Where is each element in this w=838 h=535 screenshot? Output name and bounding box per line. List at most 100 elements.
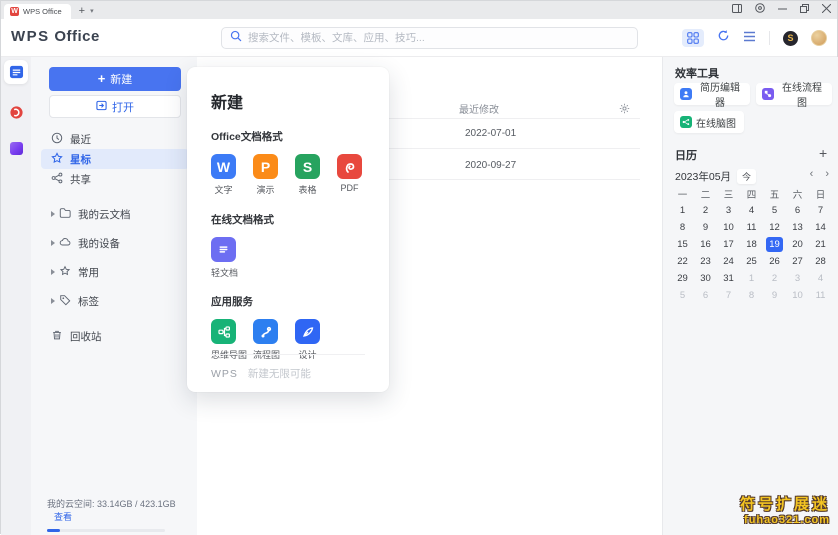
- calendar-day[interactable]: 20: [786, 236, 809, 253]
- calendar-day[interactable]: 13: [786, 219, 809, 236]
- open-file-button[interactable]: 打开: [49, 95, 181, 118]
- search-icon: [230, 29, 242, 47]
- calendar-prev-icon[interactable]: ‹: [810, 168, 814, 180]
- list-settings-gear-icon[interactable]: [619, 101, 630, 119]
- expand-caret-icon[interactable]: [51, 240, 55, 246]
- frequent-star-icon: [59, 265, 71, 280]
- clock-icon: [51, 132, 63, 147]
- calendar-day[interactable]: 7: [717, 287, 740, 304]
- calendar-day[interactable]: 18: [740, 236, 763, 253]
- rail-docs-icon[interactable]: [4, 60, 28, 84]
- new-pdf-doc[interactable]: PDF: [337, 154, 362, 196]
- sidebar-item-my-devices[interactable]: 我的设备: [41, 233, 189, 253]
- calendar-weekday-row: 一二三四五六日: [671, 187, 832, 201]
- resume-editor-button[interactable]: 简历编辑器: [674, 83, 750, 109]
- calendar-day[interactable]: 1: [740, 270, 763, 287]
- rail-apps-icon[interactable]: [4, 136, 28, 160]
- expand-caret-icon[interactable]: [51, 298, 55, 304]
- calendar-next-icon[interactable]: ›: [825, 168, 829, 180]
- sidebar-item-frequent[interactable]: 常用: [41, 262, 189, 282]
- calendar-day[interactable]: 14: [809, 219, 832, 236]
- calendar-day[interactable]: 2: [694, 202, 717, 219]
- app-tab[interactable]: W WPS Office: [4, 4, 71, 19]
- calendar-day[interactable]: 3: [786, 270, 809, 287]
- new-tab-button[interactable]: +: [79, 4, 85, 19]
- minimize-button[interactable]: [778, 4, 787, 13]
- calendar-day[interactable]: 31: [717, 270, 740, 287]
- close-button[interactable]: [822, 3, 831, 13]
- online-flowchart-icon: [762, 88, 774, 100]
- menu-hamburger-icon[interactable]: [743, 29, 756, 47]
- column-header-modified[interactable]: 最近修改: [459, 101, 499, 116]
- calendar-day[interactable]: 7: [809, 202, 832, 219]
- calendar-day[interactable]: 22: [671, 253, 694, 270]
- expand-caret-icon[interactable]: [51, 211, 55, 217]
- calendar-day[interactable]: 3: [717, 202, 740, 219]
- sidebar-item-recent[interactable]: 最近: [41, 129, 189, 149]
- calendar-day[interactable]: 24: [717, 253, 740, 270]
- file-row-modified-date[interactable]: 2022-07-01: [465, 128, 516, 139]
- new-writer-doc[interactable]: W 文字: [211, 154, 236, 196]
- trash-icon: [51, 329, 63, 344]
- calendar-day[interactable]: 26: [763, 253, 786, 270]
- calendar-day[interactable]: 9: [694, 219, 717, 236]
- calendar-day[interactable]: 4: [740, 202, 763, 219]
- light-doc-icon: [211, 237, 236, 262]
- wps-office-window: W WPS Office + ▾ WPS Office S: [0, 0, 838, 535]
- open-file-icon: [96, 100, 107, 114]
- calendar-day[interactable]: 16: [694, 236, 717, 253]
- settings-circle-icon[interactable]: [755, 3, 765, 13]
- sidebar-item-cloud-docs[interactable]: 我的云文档: [41, 204, 189, 224]
- tab-list-caret-icon[interactable]: ▾: [90, 4, 94, 19]
- calendar-add-icon[interactable]: +: [819, 146, 827, 160]
- calendar-day[interactable]: 8: [671, 219, 694, 236]
- calendar-day[interactable]: 25: [740, 253, 763, 270]
- calendar-day[interactable]: 21: [809, 236, 832, 253]
- online-mindmap-button[interactable]: 在线脑图: [674, 111, 744, 133]
- new-presentation-doc[interactable]: P 演示: [253, 154, 278, 196]
- calendar-day-selected[interactable]: 19: [766, 237, 783, 252]
- calendar-day[interactable]: 30: [694, 270, 717, 287]
- calendar-day[interactable]: 1: [671, 202, 694, 219]
- storage-view-link[interactable]: 查看: [54, 512, 72, 522]
- calendar-day[interactable]: 9: [763, 287, 786, 304]
- calendar-day[interactable]: 10: [786, 287, 809, 304]
- calendar-day[interactable]: 8: [740, 287, 763, 304]
- new-light-doc[interactable]: 轻文档: [211, 237, 238, 279]
- cloud-sync-icon[interactable]: [717, 29, 730, 47]
- calendar-day[interactable]: 10: [717, 219, 740, 236]
- calendar-day[interactable]: 5: [763, 202, 786, 219]
- apps-grid-icon[interactable]: [682, 29, 704, 47]
- restore-button[interactable]: [800, 3, 809, 13]
- user-avatar[interactable]: [811, 30, 827, 46]
- rail-docer-icon[interactable]: [4, 100, 28, 124]
- calendar-day[interactable]: 6: [786, 202, 809, 219]
- online-flowchart-button[interactable]: 在线流程图: [756, 83, 832, 109]
- calendar-day[interactable]: 11: [809, 287, 832, 304]
- expand-caret-icon[interactable]: [51, 269, 55, 275]
- sidebar-item-starred[interactable]: 星标: [41, 149, 189, 169]
- calendar-day[interactable]: 17: [717, 236, 740, 253]
- sidebar-item-shared[interactable]: 共享: [41, 169, 189, 189]
- calendar-day[interactable]: 5: [671, 287, 694, 304]
- vip-badge-icon[interactable]: S: [783, 30, 798, 46]
- sidebar-item-recycle-bin[interactable]: 回收站: [41, 326, 189, 346]
- side-panel-icon[interactable]: [732, 3, 742, 13]
- file-row-modified-date[interactable]: 2020-09-27: [465, 160, 516, 171]
- calendar-day[interactable]: 4: [809, 270, 832, 287]
- calendar-day[interactable]: 12: [763, 219, 786, 236]
- calendar-today-button[interactable]: 今: [737, 169, 757, 184]
- new-document-button[interactable]: + 新建: [49, 67, 181, 91]
- global-search[interactable]: [221, 27, 638, 49]
- calendar-day[interactable]: 6: [694, 287, 717, 304]
- calendar-day[interactable]: 28: [809, 253, 832, 270]
- new-spreadsheet-doc[interactable]: S 表格: [295, 154, 320, 196]
- calendar-day[interactable]: 23: [694, 253, 717, 270]
- search-input[interactable]: [248, 32, 629, 44]
- calendar-day[interactable]: 29: [671, 270, 694, 287]
- sidebar-item-tags[interactable]: 标签: [41, 291, 189, 311]
- calendar-day[interactable]: 15: [671, 236, 694, 253]
- calendar-day[interactable]: 2: [763, 270, 786, 287]
- calendar-day[interactable]: 27: [786, 253, 809, 270]
- calendar-day[interactable]: 11: [740, 219, 763, 236]
